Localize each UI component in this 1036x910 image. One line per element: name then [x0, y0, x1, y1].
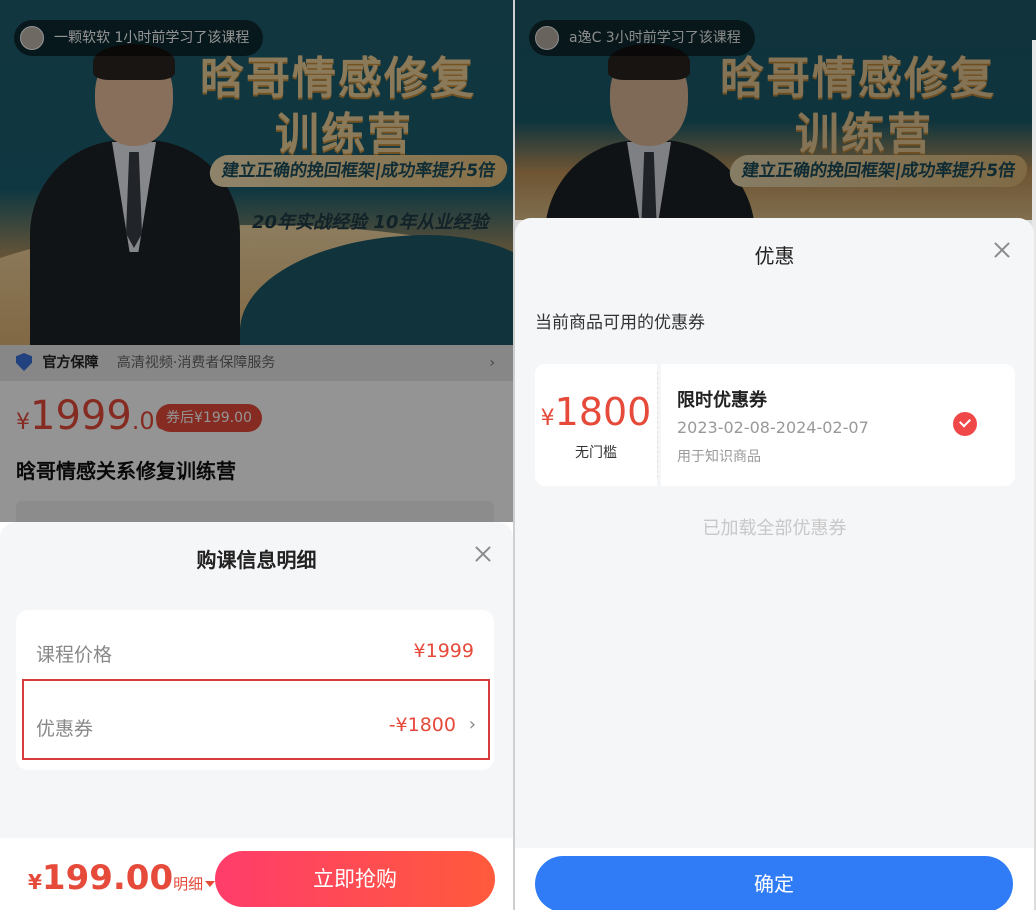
coupon-usage: 用于知识商品 [677, 449, 761, 465]
sheet-title: 优惠 [754, 244, 795, 268]
purchase-bar: ¥199.00明细 立即抢购 [0, 838, 513, 910]
coupon-amount: ¥1800 [540, 390, 652, 434]
price-row: 课程价格 ¥1999 [16, 616, 494, 686]
caret-down-icon [205, 881, 216, 887]
coupon-date-range: 2023-02-08-2024-02-07 [677, 418, 869, 437]
selected-check-icon[interactable] [953, 412, 977, 436]
final-price[interactable]: ¥199.00明细 [28, 858, 216, 898]
price-row-value: ¥1999 [413, 640, 474, 662]
buy-now-button[interactable]: 立即抢购 [215, 851, 495, 907]
price-row-label: 课程价格 [36, 644, 113, 666]
close-icon[interactable] [992, 240, 1012, 260]
right-pane: 晗哥情感修复 训练营 建立正确的挽回框架|成功率提升5倍 a逸C 3小时前学习了… [515, 0, 1036, 910]
close-icon[interactable] [473, 544, 493, 564]
banner-dim [515, 0, 1036, 220]
course-banner: 晗哥情感修复 训练营 建立正确的挽回框架|成功率提升5倍 a逸C 3小时前学习了… [515, 0, 1036, 220]
coupon-info-panel: 限时优惠券 2023-02-08-2024-02-07 用于知识商品 [661, 364, 1015, 486]
coupon-amount-panel: ¥1800 无门槛 [535, 364, 657, 486]
available-coupons-label: 当前商品可用的优惠券 [535, 313, 705, 333]
sheet-title: 购课信息明细 [196, 548, 317, 572]
detail-toggle-label: 明细 [173, 875, 204, 893]
modal-overlay[interactable] [0, 0, 513, 522]
confirm-button[interactable]: 确定 [535, 856, 1013, 910]
all-loaded-text: 已加载全部优惠券 [702, 518, 847, 539]
coupon-name: 限时优惠券 [677, 390, 767, 411]
coupon-sheet: 优惠 当前商品可用的优惠券 ¥1800 无门槛 限时优惠券 2023-02-08… [515, 218, 1034, 910]
confirm-bar: 确定 [515, 848, 1034, 910]
coupon-card[interactable]: ¥1800 无门槛 限时优惠券 2023-02-08-2024-02-07 用于… [535, 364, 1015, 486]
coupon-row-highlight [22, 679, 490, 760]
left-pane: 晗哥情感修复 训练营 建立正确的挽回框架|成功率提升5倍 20年实战经验 10年… [0, 0, 513, 910]
coupon-threshold: 无门槛 [575, 445, 617, 461]
